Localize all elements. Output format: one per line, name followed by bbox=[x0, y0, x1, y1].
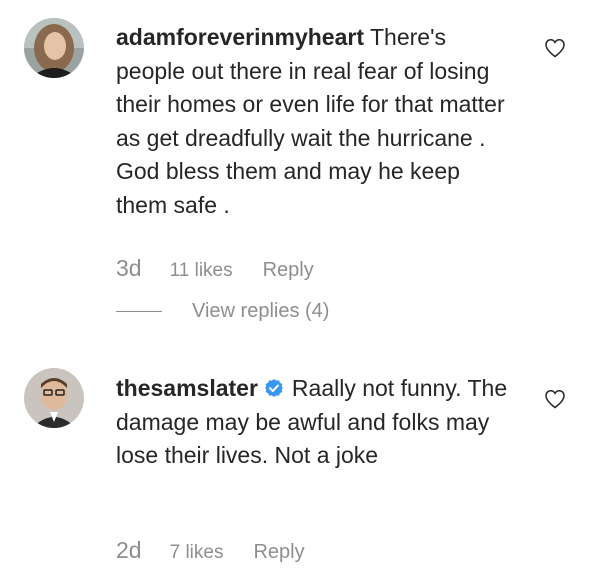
view-replies-button[interactable]: View replies (4) bbox=[116, 300, 329, 323]
verified-badge-icon bbox=[264, 379, 283, 397]
comment-likes-count[interactable]: 11 likes bbox=[170, 260, 233, 282]
reply-button[interactable]: Reply bbox=[253, 541, 304, 564]
comment-body: There's people out there in real fear of… bbox=[116, 24, 505, 218]
comment-text-block: adamforeverinmyheart There's people out t… bbox=[116, 21, 516, 222]
comment-meta: 2d 7 likes Reply bbox=[116, 537, 305, 564]
reply-button[interactable]: Reply bbox=[263, 259, 314, 282]
avatar-image bbox=[24, 368, 84, 428]
divider-line bbox=[116, 311, 162, 312]
comment-username[interactable]: adamforeverinmyheart bbox=[116, 24, 364, 50]
view-replies-label: View replies (4) bbox=[192, 300, 330, 322]
avatar-image bbox=[24, 18, 84, 78]
avatar[interactable] bbox=[24, 18, 84, 78]
comment-likes-count[interactable]: 7 likes bbox=[170, 542, 224, 564]
comment-username[interactable]: thesamslater bbox=[116, 375, 258, 401]
heart-outline-icon[interactable] bbox=[543, 387, 567, 411]
comment-meta: 3d 11 likes Reply bbox=[116, 255, 314, 282]
comment-text-block: thesamslater Raally not funny. The damag… bbox=[116, 372, 516, 473]
comment-age: 2d bbox=[116, 537, 142, 563]
avatar[interactable] bbox=[24, 368, 84, 428]
heart-outline-icon[interactable] bbox=[543, 36, 567, 60]
comment-age: 3d bbox=[116, 255, 142, 281]
comment-item: thesamslater Raally not funny. The damag… bbox=[0, 340, 600, 579]
comment-item: adamforeverinmyheart There's people out t… bbox=[0, 0, 600, 340]
